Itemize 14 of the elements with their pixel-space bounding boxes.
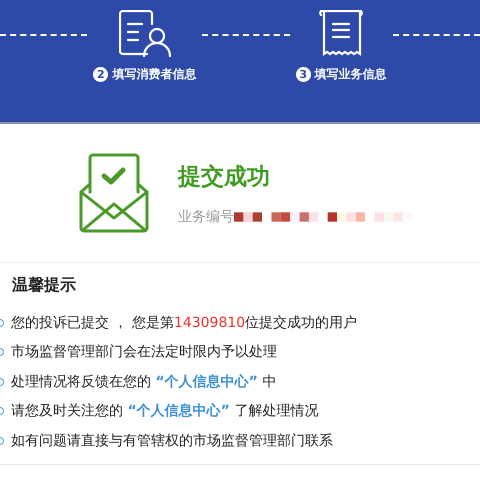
- envelope-check-icon: [78, 152, 150, 234]
- business-number-label: 业务编号: [178, 208, 234, 226]
- step-number: 2: [93, 67, 108, 82]
- person-form-icon: [118, 10, 171, 58]
- step-label: 填写消费者信息: [112, 66, 196, 83]
- tip-text: 市场监督管理部门会在法定时限内予以处理: [11, 343, 277, 362]
- success-title: 提交成功: [178, 162, 271, 192]
- step-number: 3: [296, 67, 311, 82]
- tip-text: 处理情况将反馈在您的 “个人信息中心” 中: [11, 372, 276, 391]
- tip-text: 请您及时关注您的 “个人信息中心” 了解处理情况: [11, 402, 318, 420]
- tip-text: 您的投诉已提交 ， 您是第14309810位提交成功的用户: [11, 314, 358, 332]
- tips-title: 温馨提示: [11, 275, 77, 296]
- tip-text: 如有问题请直接与有管辖权的市场监督管理部门联系: [11, 432, 333, 450]
- step-label: 填写业务信息: [314, 66, 387, 83]
